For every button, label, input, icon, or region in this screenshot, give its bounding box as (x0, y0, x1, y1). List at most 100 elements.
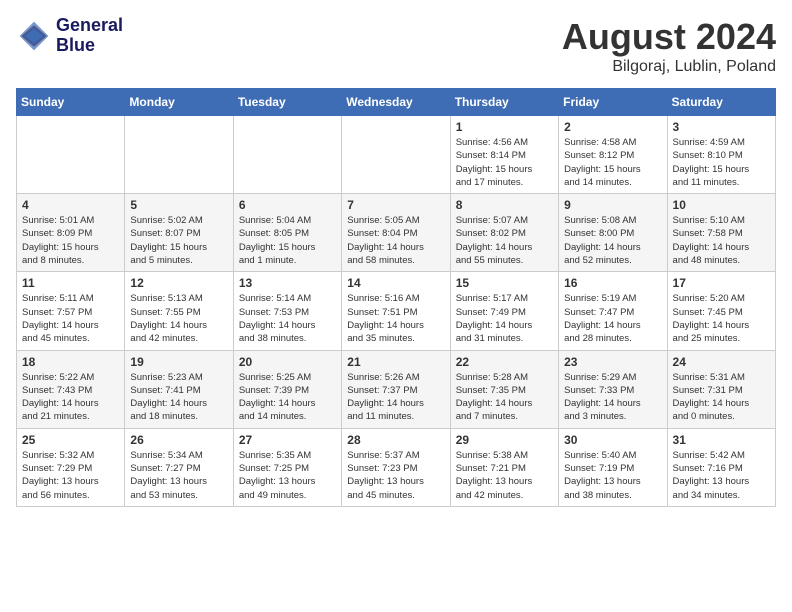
calendar-cell: 1Sunrise: 4:56 AM Sunset: 8:14 PM Daylig… (450, 116, 558, 194)
day-info: Sunrise: 5:38 AM Sunset: 7:21 PM Dayligh… (456, 449, 553, 502)
calendar-cell: 19 Sunrise: 5:23 AM Sunset: 7:41 PM Dayli… (125, 350, 233, 428)
day-info: Sunrise: 5:31 AM Sunset: 7:31 PM Dayligh… (673, 371, 770, 424)
weekday-header-saturday: Saturday (667, 89, 775, 116)
day-info: Sunrise: 5:17 AM Sunset: 7:49 PM Dayligh… (456, 292, 553, 345)
day-info: Sunrise: 5:14 AM Sunset: 7:53 PM Dayligh… (239, 292, 336, 345)
day-number: 16 (564, 276, 661, 290)
calendar-cell: 23 Sunrise: 5:29 AM Sunset: 7:33 PM Dayli… (559, 350, 667, 428)
day-info: Sunrise: 5:23 AM Sunset: 7:41 PM Dayligh… (130, 371, 227, 424)
day-info: Sunrise: 5:19 AM Sunset: 7:47 PM Dayligh… (564, 292, 661, 345)
day-number: 27 (239, 433, 336, 447)
calendar-cell: 9Sunrise: 5:08 AM Sunset: 8:00 PM Daylig… (559, 194, 667, 272)
weekday-header-friday: Friday (559, 89, 667, 116)
day-info: Sunrise: 5:28 AM Sunset: 7:35 PM Dayligh… (456, 371, 553, 424)
calendar-cell: 26 Sunrise: 5:34 AM Sunset: 7:27 PM Dayli… (125, 428, 233, 506)
calendar-cell: 3 Sunrise: 4:59 AM Sunset: 8:10 PM Daylig… (667, 116, 775, 194)
day-info: Sunrise: 5:35 AM Sunset: 7:25 PM Dayligh… (239, 449, 336, 502)
day-info: Sunrise: 5:20 AM Sunset: 7:45 PM Dayligh… (673, 292, 770, 345)
day-number: 25 (22, 433, 119, 447)
logo: General Blue (16, 16, 123, 56)
calendar-cell: 8 Sunrise: 5:07 AM Sunset: 8:02 PM Daylig… (450, 194, 558, 272)
day-info: Sunrise: 5:10 AM Sunset: 7:58 PM Dayligh… (673, 214, 770, 267)
day-info: Sunrise: 5:13 AM Sunset: 7:55 PM Dayligh… (130, 292, 227, 345)
day-number: 18 (22, 355, 119, 369)
day-number: 17 (673, 276, 770, 290)
day-number: 20 (239, 355, 336, 369)
day-number: 29 (456, 433, 553, 447)
calendar-cell: 13 Sunrise: 5:14 AM Sunset: 7:53 PM Dayli… (233, 272, 341, 350)
day-number: 22 (456, 355, 553, 369)
day-number: 15 (456, 276, 553, 290)
calendar-cell: 10 Sunrise: 5:10 AM Sunset: 7:58 PM Dayli… (667, 194, 775, 272)
day-number: 30 (564, 433, 661, 447)
calendar-cell: 12 Sunrise: 5:13 AM Sunset: 7:55 PM Dayli… (125, 272, 233, 350)
day-number: 5 (130, 198, 227, 212)
calendar-cell (125, 116, 233, 194)
weekday-header-thursday: Thursday (450, 89, 558, 116)
calendar-cell: 22 Sunrise: 5:28 AM Sunset: 7:35 PM Dayli… (450, 350, 558, 428)
calendar-cell: 5Sunrise: 5:02 AM Sunset: 8:07 PM Daylig… (125, 194, 233, 272)
day-info: Sunrise: 5:16 AM Sunset: 7:51 PM Dayligh… (347, 292, 444, 345)
day-number: 9 (564, 198, 661, 212)
week-row-3: 11Sunrise: 5:11 AM Sunset: 7:57 PM Dayli… (17, 272, 776, 350)
day-number: 23 (564, 355, 661, 369)
day-info: Sunrise: 5:32 AM Sunset: 7:29 PM Dayligh… (22, 449, 119, 502)
week-row-1: 1Sunrise: 4:56 AM Sunset: 8:14 PM Daylig… (17, 116, 776, 194)
day-number: 26 (130, 433, 227, 447)
calendar-cell: 28Sunrise: 5:37 AM Sunset: 7:23 PM Dayli… (342, 428, 450, 506)
calendar-cell: 11Sunrise: 5:11 AM Sunset: 7:57 PM Dayli… (17, 272, 125, 350)
day-info: Sunrise: 5:07 AM Sunset: 8:02 PM Dayligh… (456, 214, 553, 267)
day-number: 24 (673, 355, 770, 369)
day-number: 10 (673, 198, 770, 212)
day-number: 19 (130, 355, 227, 369)
calendar-cell: 27 Sunrise: 5:35 AM Sunset: 7:25 PM Dayli… (233, 428, 341, 506)
calendar-cell: 25 Sunrise: 5:32 AM Sunset: 7:29 PM Dayli… (17, 428, 125, 506)
day-number: 31 (673, 433, 770, 447)
calendar-cell: 6 Sunrise: 5:04 AM Sunset: 8:05 PM Daylig… (233, 194, 341, 272)
title-block: August 2024 Bilgoraj, Lublin, Poland (562, 16, 776, 76)
day-info: Sunrise: 4:58 AM Sunset: 8:12 PM Dayligh… (564, 136, 661, 189)
day-number: 12 (130, 276, 227, 290)
day-info: Sunrise: 5:29 AM Sunset: 7:33 PM Dayligh… (564, 371, 661, 424)
day-info: Sunrise: 5:26 AM Sunset: 7:37 PM Dayligh… (347, 371, 444, 424)
weekday-header-tuesday: Tuesday (233, 89, 341, 116)
calendar-cell: 18 Sunrise: 5:22 AM Sunset: 7:43 PM Dayli… (17, 350, 125, 428)
calendar-cell: 31 Sunrise: 5:42 AM Sunset: 7:16 PM Dayli… (667, 428, 775, 506)
calendar-cell (17, 116, 125, 194)
day-number: 2 (564, 120, 661, 134)
logo-icon (16, 18, 52, 54)
calendar-cell (342, 116, 450, 194)
location-title: Bilgoraj, Lublin, Poland (562, 58, 776, 76)
day-number: 8 (456, 198, 553, 212)
page-header: General Blue August 2024 Bilgoraj, Lubli… (16, 16, 776, 76)
calendar-cell: 20Sunrise: 5:25 AM Sunset: 7:39 PM Dayli… (233, 350, 341, 428)
day-number: 13 (239, 276, 336, 290)
day-info: Sunrise: 5:34 AM Sunset: 7:27 PM Dayligh… (130, 449, 227, 502)
calendar-cell: 17 Sunrise: 5:20 AM Sunset: 7:45 PM Dayli… (667, 272, 775, 350)
calendar-cell: 21 Sunrise: 5:26 AM Sunset: 7:37 PM Dayli… (342, 350, 450, 428)
calendar-table: SundayMondayTuesdayWednesdayThursdayFrid… (16, 88, 776, 507)
calendar-cell: 24 Sunrise: 5:31 AM Sunset: 7:31 PM Dayli… (667, 350, 775, 428)
week-row-5: 25 Sunrise: 5:32 AM Sunset: 7:29 PM Dayli… (17, 428, 776, 506)
day-number: 7 (347, 198, 444, 212)
day-info: Sunrise: 5:05 AM Sunset: 8:04 PM Dayligh… (347, 214, 444, 267)
weekday-header-row: SundayMondayTuesdayWednesdayThursdayFrid… (17, 89, 776, 116)
day-number: 28 (347, 433, 444, 447)
day-number: 11 (22, 276, 119, 290)
calendar-cell: 14Sunrise: 5:16 AM Sunset: 7:51 PM Dayli… (342, 272, 450, 350)
calendar-cell: 16 Sunrise: 5:19 AM Sunset: 7:47 PM Dayli… (559, 272, 667, 350)
day-number: 21 (347, 355, 444, 369)
week-row-4: 18 Sunrise: 5:22 AM Sunset: 7:43 PM Dayli… (17, 350, 776, 428)
day-number: 3 (673, 120, 770, 134)
day-number: 4 (22, 198, 119, 212)
weekday-header-wednesday: Wednesday (342, 89, 450, 116)
calendar-cell: 29 Sunrise: 5:38 AM Sunset: 7:21 PM Dayli… (450, 428, 558, 506)
day-info: Sunrise: 5:42 AM Sunset: 7:16 PM Dayligh… (673, 449, 770, 502)
day-info: Sunrise: 5:04 AM Sunset: 8:05 PM Dayligh… (239, 214, 336, 267)
day-info: Sunrise: 5:22 AM Sunset: 7:43 PM Dayligh… (22, 371, 119, 424)
logo-text: General Blue (56, 16, 123, 56)
day-number: 6 (239, 198, 336, 212)
day-info: Sunrise: 4:59 AM Sunset: 8:10 PM Dayligh… (673, 136, 770, 189)
day-info: Sunrise: 5:40 AM Sunset: 7:19 PM Dayligh… (564, 449, 661, 502)
calendar-cell: 15 Sunrise: 5:17 AM Sunset: 7:49 PM Dayli… (450, 272, 558, 350)
